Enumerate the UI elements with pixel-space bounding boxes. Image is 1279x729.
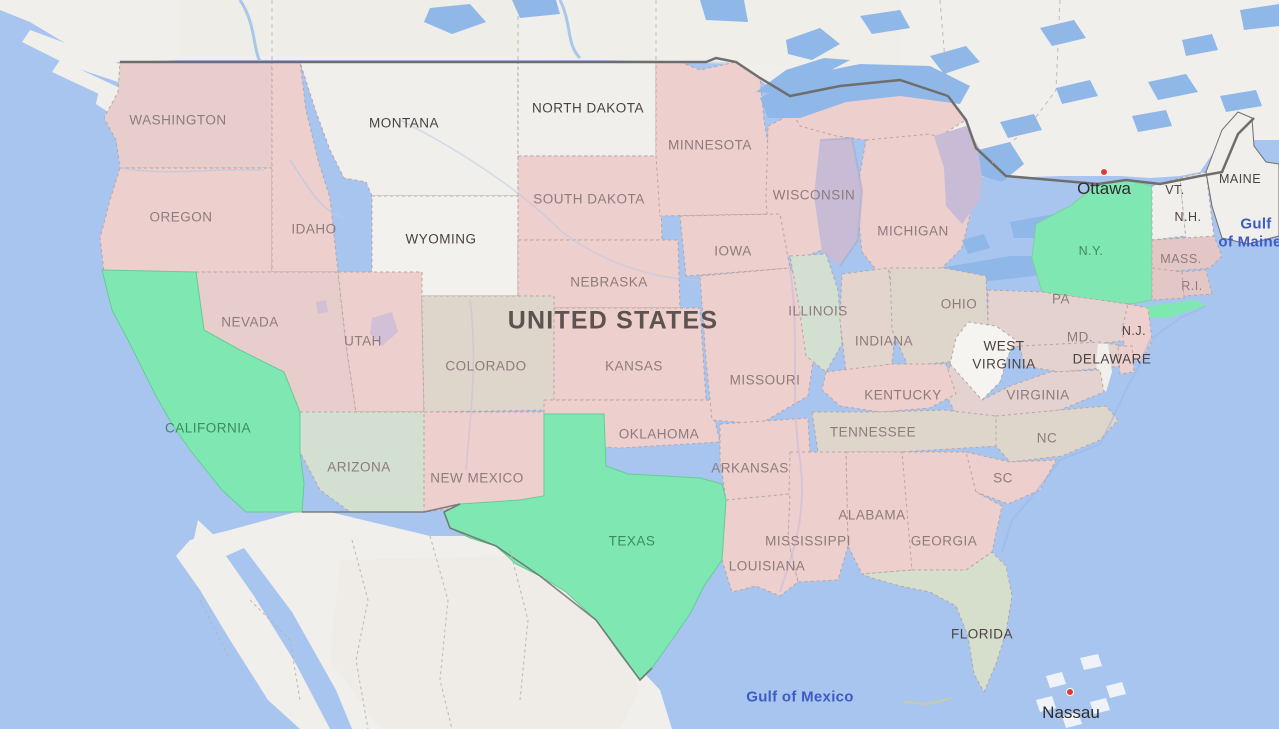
state-indiana xyxy=(839,267,897,373)
map-canvas[interactable]: WASHINGTON MONTANA NORTH DAKOTA MINNESOTA OR… xyxy=(0,0,1279,729)
city-marker-ottawa[interactable] xyxy=(1100,168,1108,176)
state-rhode-island xyxy=(1179,269,1213,297)
map-geometry xyxy=(0,0,1279,729)
canada-lake-3 xyxy=(700,0,748,22)
state-connecticut xyxy=(1151,267,1185,301)
city-marker-nassau[interactable] xyxy=(1066,688,1074,696)
lake-tahoe-area xyxy=(316,300,328,314)
state-kentucky xyxy=(821,363,957,413)
state-mississippi xyxy=(787,451,849,583)
state-new-mexico xyxy=(423,411,545,513)
state-alabama xyxy=(845,451,913,575)
state-massachusetts xyxy=(1151,235,1223,273)
state-louisiana xyxy=(721,493,799,597)
state-minnesota xyxy=(655,61,773,217)
state-colorado xyxy=(421,295,555,413)
state-kansas xyxy=(553,307,707,401)
state-washington xyxy=(103,61,273,169)
state-tennessee xyxy=(811,409,999,453)
state-iowa xyxy=(679,213,791,277)
state-oregon xyxy=(99,167,273,273)
state-north-dakota xyxy=(517,61,657,157)
state-delaware xyxy=(1117,345,1135,375)
state-south-dakota xyxy=(517,155,663,241)
